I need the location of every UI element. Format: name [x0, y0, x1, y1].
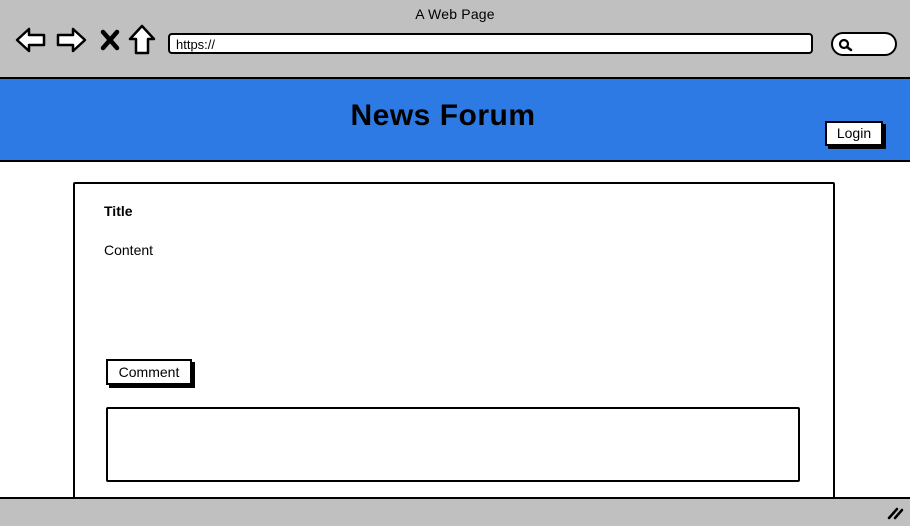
status-bar	[0, 497, 910, 526]
post-content: Content	[104, 242, 154, 258]
forward-arrow-icon[interactable]	[55, 24, 87, 56]
login-button[interactable]: Login	[825, 121, 883, 146]
post-card: Title Content Comment	[73, 182, 835, 512]
site-header: News Forum	[0, 79, 910, 162]
close-icon[interactable]	[94, 24, 126, 56]
home-icon[interactable]	[126, 24, 158, 56]
back-arrow-icon[interactable]	[15, 24, 47, 56]
comment-textarea[interactable]	[106, 407, 800, 482]
resize-handle-icon[interactable]	[886, 506, 904, 520]
browser-chrome: A Web Page https://	[0, 0, 910, 79]
url-input[interactable]: https://	[168, 33, 813, 54]
browser-search-field[interactable]	[831, 32, 897, 56]
post-title: Title	[104, 203, 133, 219]
comment-button[interactable]: Comment	[106, 359, 192, 385]
site-title: News Forum	[350, 99, 536, 132]
search-icon	[838, 38, 853, 52]
window-title: A Web Page	[415, 6, 495, 22]
